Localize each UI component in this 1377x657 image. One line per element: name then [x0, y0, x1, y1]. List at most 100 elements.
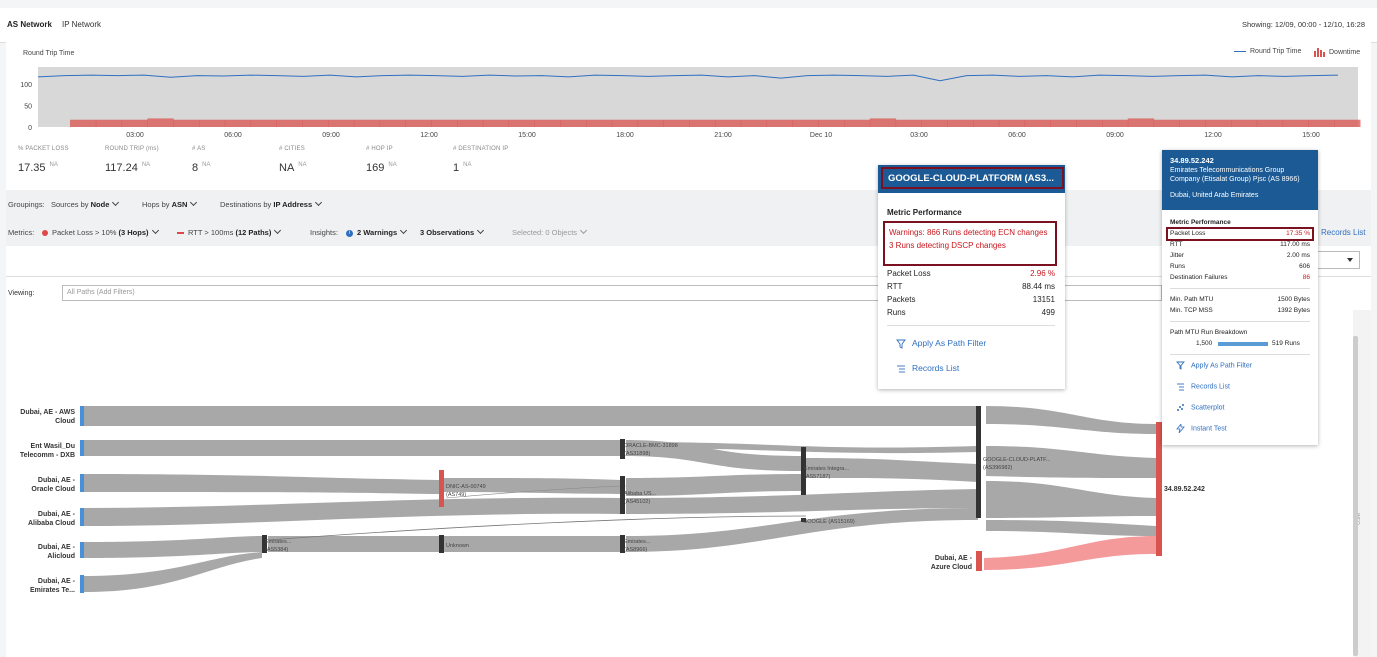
downtime-bar: [869, 118, 897, 127]
list-icon: [1177, 383, 1184, 391]
hop-node-emirates-5384[interactable]: Emirates... (AS5384): [265, 538, 291, 554]
tab-as-network[interactable]: AS Network: [7, 20, 52, 29]
stat-na: NA: [202, 162, 211, 169]
downtime-bar: [121, 119, 148, 127]
hop-node-gcp[interactable]: GOOGLE-CLOUD-PLATF... (AS396982): [983, 456, 1050, 472]
timeline-chart[interactable]: 100 50 0 03:00 06:00 09:00 12:00 15:00 18:00 21:0…: [6, 62, 1371, 142]
records-list-link[interactable]: Records List: [1321, 228, 1365, 237]
tab-ip-network[interactable]: IP Network: [62, 20, 101, 29]
hop-node-unknown[interactable]: Unknown: [446, 543, 469, 549]
metric-key: Destination Failures: [1170, 274, 1228, 281]
source-node-emirates[interactable]: Dubai, AE - Emirates Te...: [6, 577, 75, 595]
downtime-bar: [147, 118, 174, 127]
stat-value: 8: [192, 162, 199, 174]
destination-node[interactable]: 34.89.52.242: [1164, 486, 1205, 493]
info-icon: i: [346, 229, 353, 237]
bar-chart-icon: [1314, 48, 1325, 57]
apply-path-filter-link[interactable]: Apply As Path Filter: [1176, 361, 1252, 370]
legend-rtt-label: Round Trip Time: [1250, 48, 1302, 55]
stat-na: NA: [463, 162, 472, 169]
downtime-bar: [1024, 119, 1051, 127]
metric-key: Packet Loss: [887, 269, 931, 278]
node-label-line: (AS749): [446, 492, 467, 498]
popup-header: 34.89.52.242 Emirates Telecommunications…: [1162, 150, 1318, 210]
y-tick-label: 0: [28, 125, 32, 132]
hop-node-dnic[interactable]: DNIC-AS-00749 (AS749): [446, 483, 486, 499]
insights-label: Insights:: [310, 228, 338, 237]
source-node-alibaba[interactable]: Dubai, AE - Alibaba Cloud: [6, 510, 75, 528]
warnings-box: Warnings: 866 Runs detecting ECN changes…: [883, 221, 1057, 266]
hop-node-alibaba[interactable]: Alibaba US... (AS45102): [624, 490, 656, 506]
source-node-ent-wasil[interactable]: Ent Wasil_Du Telecomm - DXB: [6, 442, 75, 460]
stat-label: # AS: [192, 146, 206, 152]
node-label-line: Azure Cloud: [930, 564, 972, 571]
hop-node-oracle[interactable]: ORACLE-BMC-31898 (AS31898): [624, 442, 678, 458]
node-label-line: Dubai, AE -: [37, 544, 75, 551]
stat-label: % PACKET LOSS: [18, 146, 69, 152]
stat-label: ROUND TRIP (ms): [105, 146, 159, 152]
popup-header: GOOGLE-CLOUD-PLATFORM (AS3...: [878, 165, 1065, 193]
stat-hop-ip: 169 NA: [366, 162, 397, 174]
stat-value: 1: [453, 162, 460, 174]
hop-node-emirates-8966[interactable]: Emirates... (AS8966): [624, 538, 650, 554]
stat-cities: NA NA: [279, 162, 307, 174]
dropdown-prefix: Destinations by: [220, 200, 272, 209]
source-node-azure[interactable]: Dubai, AE - Azure Cloud: [906, 554, 972, 572]
downtime-bar: [1127, 118, 1155, 127]
downtime-bar: [534, 119, 561, 127]
legend-rtt[interactable]: Round Trip Time: [1234, 48, 1301, 55]
packet-loss-metric-dropdown[interactable]: Packet Loss > 10% (3 Hops): [42, 226, 159, 237]
downtime-bar: [224, 119, 252, 127]
destinations-dropdown[interactable]: Destinations by IP Address: [220, 198, 323, 209]
observations-dropdown[interactable]: 3 Observations: [420, 226, 485, 237]
hops-dropdown[interactable]: Hops by ASN: [142, 198, 198, 209]
legend-downtime-label: Downtime: [1329, 49, 1361, 56]
stat-label: # HOP IP: [366, 146, 393, 152]
source-node-aws[interactable]: Dubai, AE - AWS Cloud: [6, 408, 75, 426]
destination-org: Emirates Telecommunications Group Compan…: [1170, 167, 1300, 183]
selected-objects-dropdown[interactable]: Selected: 0 Objects: [512, 226, 588, 237]
node-label-line: Emirates...: [624, 539, 651, 545]
legend-downtime[interactable]: Downtime: [1314, 48, 1360, 57]
scatterplot-link[interactable]: Scatterplot: [1176, 403, 1224, 412]
node-label-line: Dubai, AE - AWS: [20, 409, 75, 416]
apply-path-filter-link[interactable]: Apply As Path Filter: [896, 338, 986, 349]
time-range-label: Showing: 12/09, 00:00 - 12/10, 16:28: [1241, 20, 1365, 29]
node-label-line: GOOGLE-CLOUD-PLATF...: [983, 457, 1051, 463]
instant-test-link[interactable]: Instant Test: [1176, 422, 1227, 434]
chevron-down-icon: [274, 226, 282, 235]
records-list-link[interactable]: Records List: [896, 363, 959, 374]
metric-key: Runs: [1170, 263, 1186, 270]
node-label-line: Emirates Te...: [29, 587, 75, 594]
warnings-dropdown[interactable]: i 2 Warnings: [346, 226, 408, 237]
downtime-bar: [1231, 119, 1258, 127]
view-tabs: AS Network IP Network Showing: 12/09, 00…: [0, 8, 1377, 45]
node-label-line: Ent Wasil_Du: [30, 443, 75, 450]
divider: [1170, 354, 1310, 355]
x-tick-label: 15:00: [518, 132, 536, 139]
downtime-bar: [586, 119, 613, 127]
x-tick-label: Dec 10: [810, 132, 832, 139]
metric-key: Packet Loss: [1170, 230, 1206, 237]
link-label: Records List: [912, 363, 960, 373]
x-tick-label: 06:00: [224, 132, 242, 139]
hop-node-google[interactable]: GOOGLE (AS15169): [803, 519, 855, 525]
divider: [1170, 321, 1310, 322]
filter-icon: [896, 339, 906, 349]
sources-dropdown[interactable]: Sources by Node: [51, 198, 120, 209]
node-label-line: GOOGLE (AS15169): [803, 519, 855, 525]
hop-node-emirates-integra[interactable]: Emirates Integra... (AS57187): [804, 465, 849, 481]
dropdown-value: (3 Hops): [118, 228, 149, 237]
node-label-line: Emirates...: [265, 539, 292, 545]
downtime-bar: [1205, 119, 1232, 127]
dropdown-prefix: Sources by: [51, 200, 89, 209]
records-list-link[interactable]: Records List: [1176, 382, 1230, 391]
metric-value: 606: [1299, 263, 1310, 270]
metric-value: 13151: [1032, 295, 1055, 304]
source-node-alicloud[interactable]: Dubai, AE - Alicloud: [6, 543, 75, 561]
downtime-bar: [1334, 119, 1361, 127]
source-node-oracle[interactable]: Dubai, AE - Oracle Cloud: [6, 476, 75, 494]
stat-value: 169: [366, 162, 385, 174]
rtt-metric-dropdown[interactable]: RTT > 100ms (12 Paths): [177, 226, 282, 237]
node-label-line: (AS57187): [804, 474, 831, 480]
